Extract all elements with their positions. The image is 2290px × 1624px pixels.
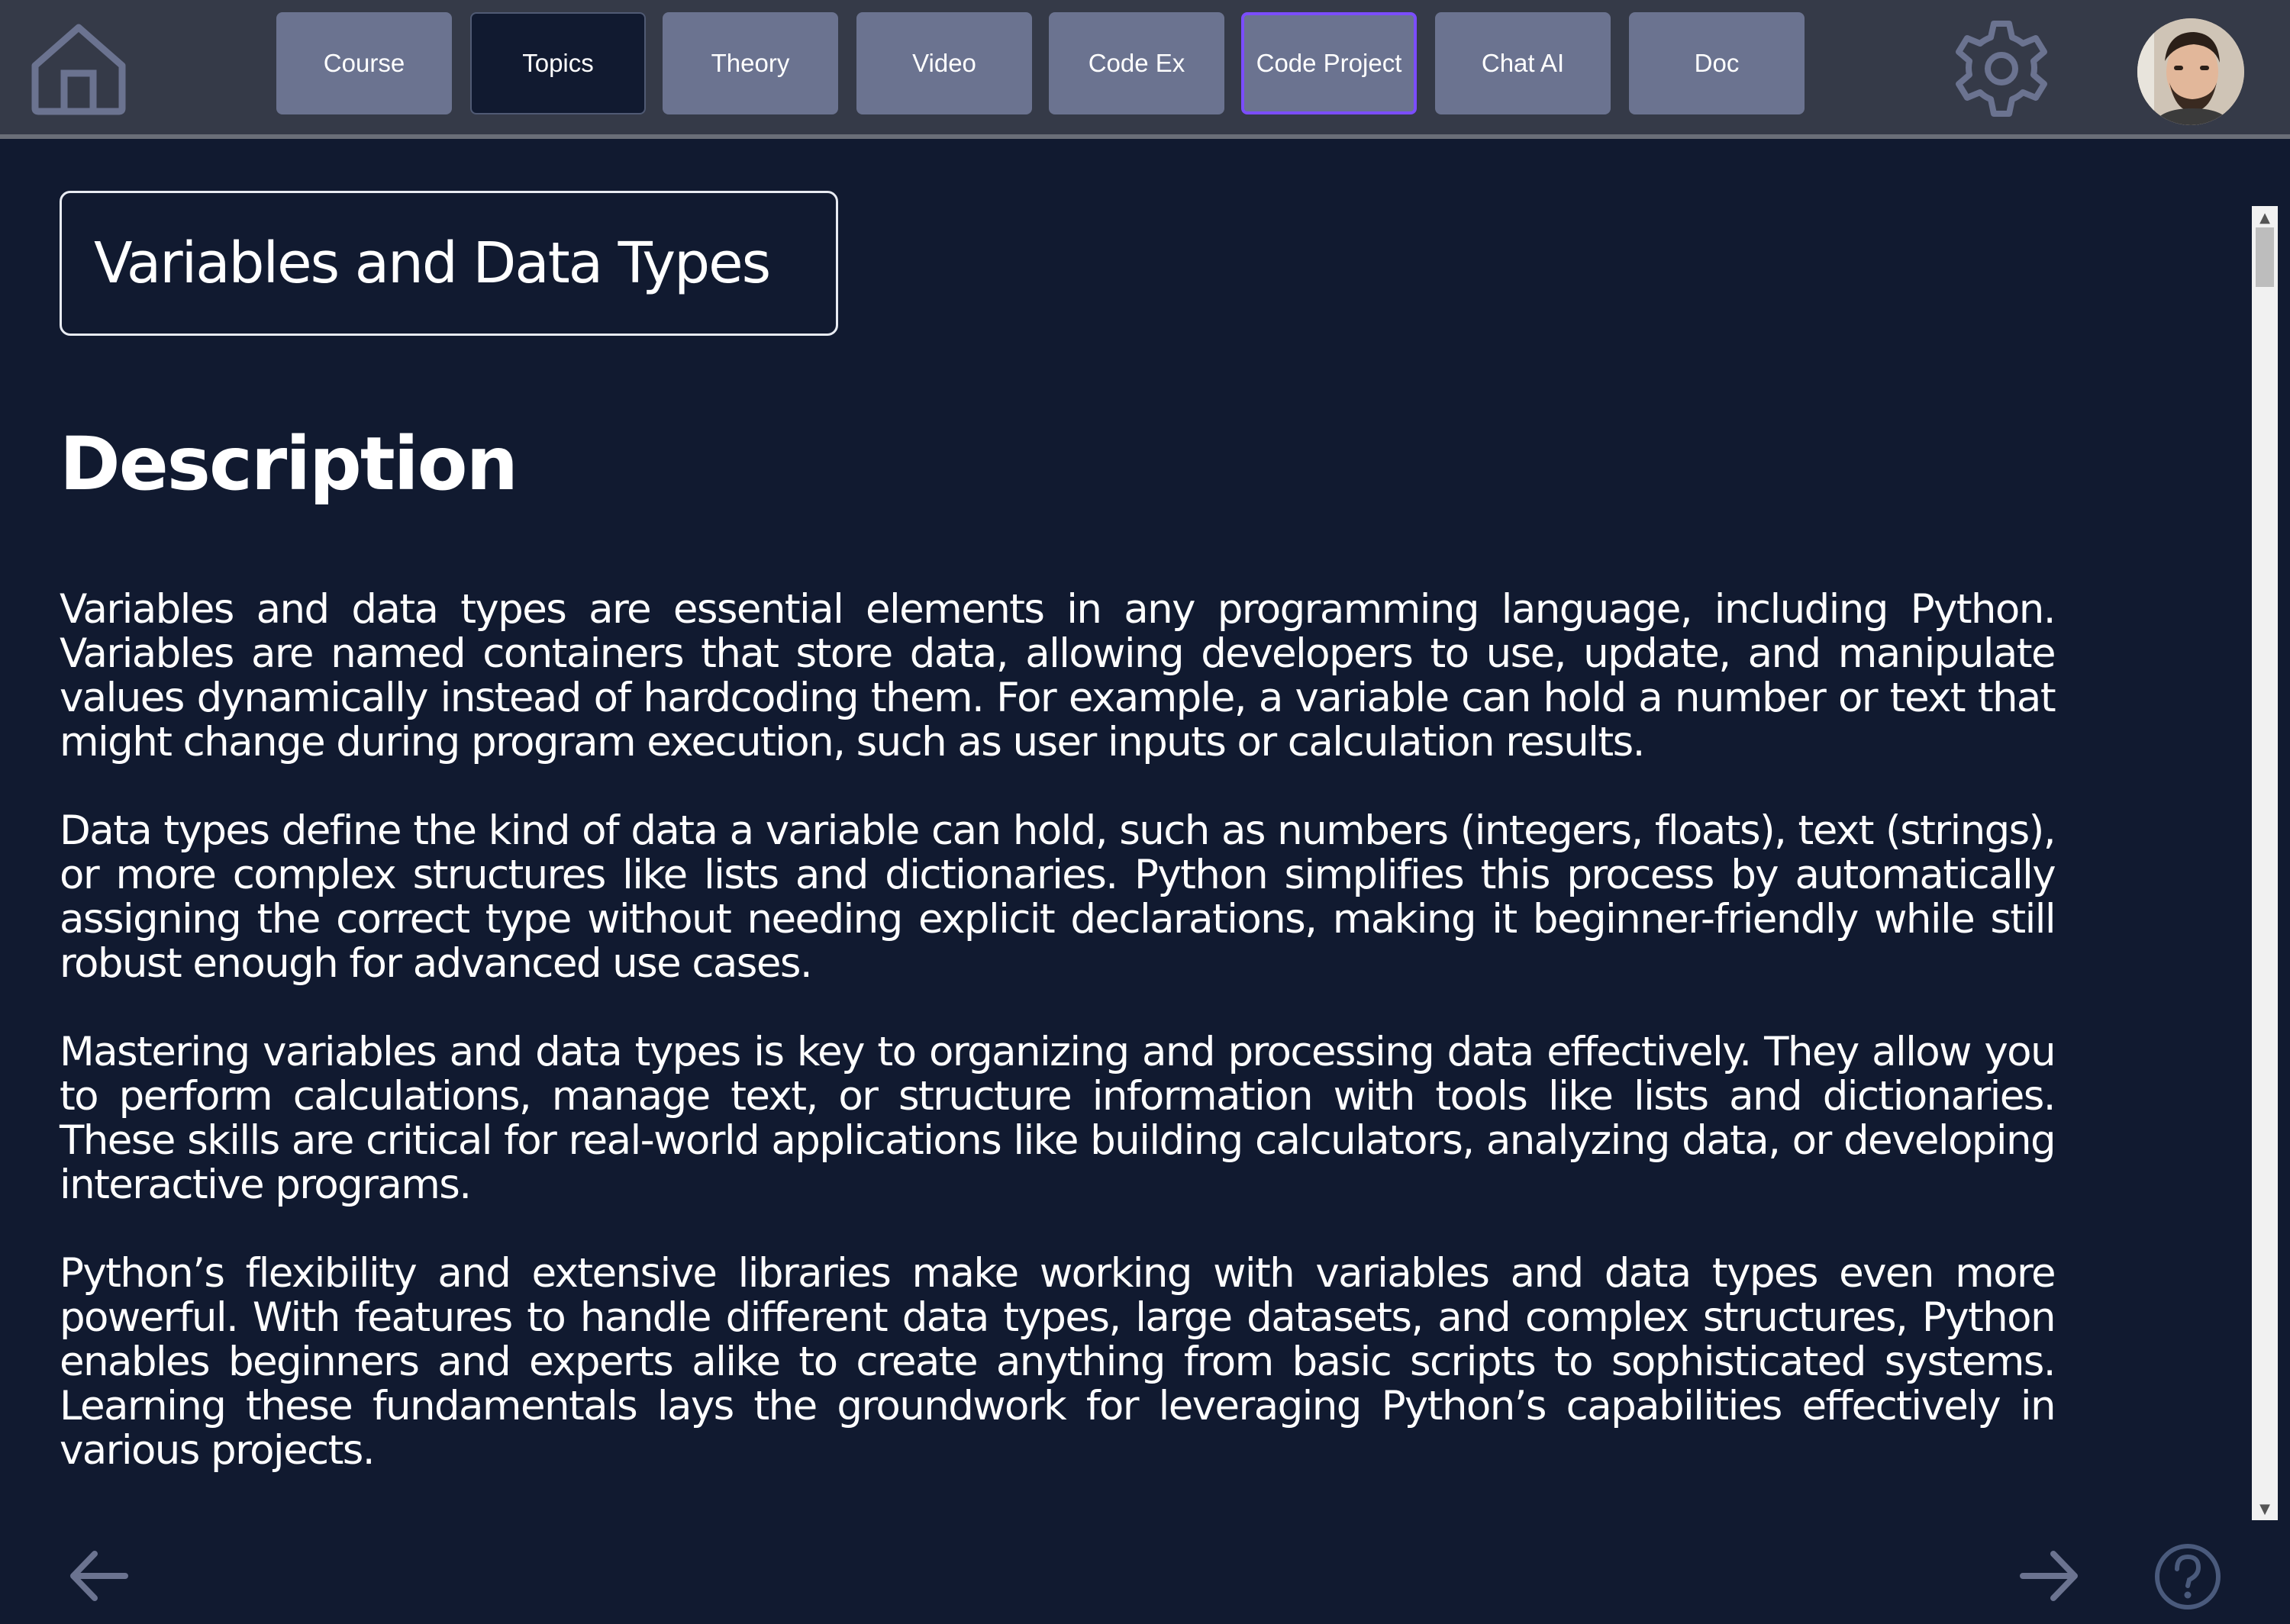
home-icon[interactable] (29, 21, 128, 116)
user-avatar[interactable] (2137, 18, 2244, 125)
description-paragraph: Variables and data types are essential e… (60, 586, 2056, 765)
tab-code-ex[interactable]: Code Ex (1049, 12, 1224, 114)
section-heading: Description (60, 421, 518, 507)
topic-title-box: Variables and Data Types (60, 191, 838, 336)
tab-topics[interactable]: Topics (470, 12, 646, 114)
description-paragraph: Data types define the kind of data a var… (60, 807, 2056, 987)
tab-code-project[interactable]: Code Project (1241, 12, 1417, 114)
tab-video[interactable]: Video (856, 12, 1032, 114)
tab-theory[interactable]: Theory (663, 12, 838, 114)
scroll-down-arrow-icon[interactable]: ▼ (2252, 1497, 2278, 1520)
tab-doc[interactable]: Doc (1629, 12, 1805, 114)
gear-icon[interactable] (1948, 15, 2055, 122)
top-nav-bar: Course Topics Theory Video Code Ex Code … (0, 0, 2290, 139)
tab-course[interactable]: Course (276, 12, 452, 114)
help-icon[interactable] (2153, 1542, 2223, 1612)
description-paragraph: Python’s flexibility and extensive libra… (60, 1250, 2056, 1474)
scroll-thumb[interactable] (2256, 227, 2274, 287)
tab-chat-ai[interactable]: Chat AI (1435, 12, 1611, 114)
description-paragraph: Mastering variables and data types is ke… (60, 1029, 2056, 1208)
description-body: Variables and data types are essential e… (60, 586, 2056, 1517)
arrow-right-icon[interactable] (2015, 1542, 2084, 1610)
scroll-up-arrow-icon[interactable]: ▲ (2252, 206, 2278, 229)
vertical-scrollbar[interactable]: ▲ ▼ (2252, 206, 2278, 1520)
topic-title: Variables and Data Types (94, 230, 771, 296)
arrow-left-icon[interactable] (64, 1542, 133, 1610)
